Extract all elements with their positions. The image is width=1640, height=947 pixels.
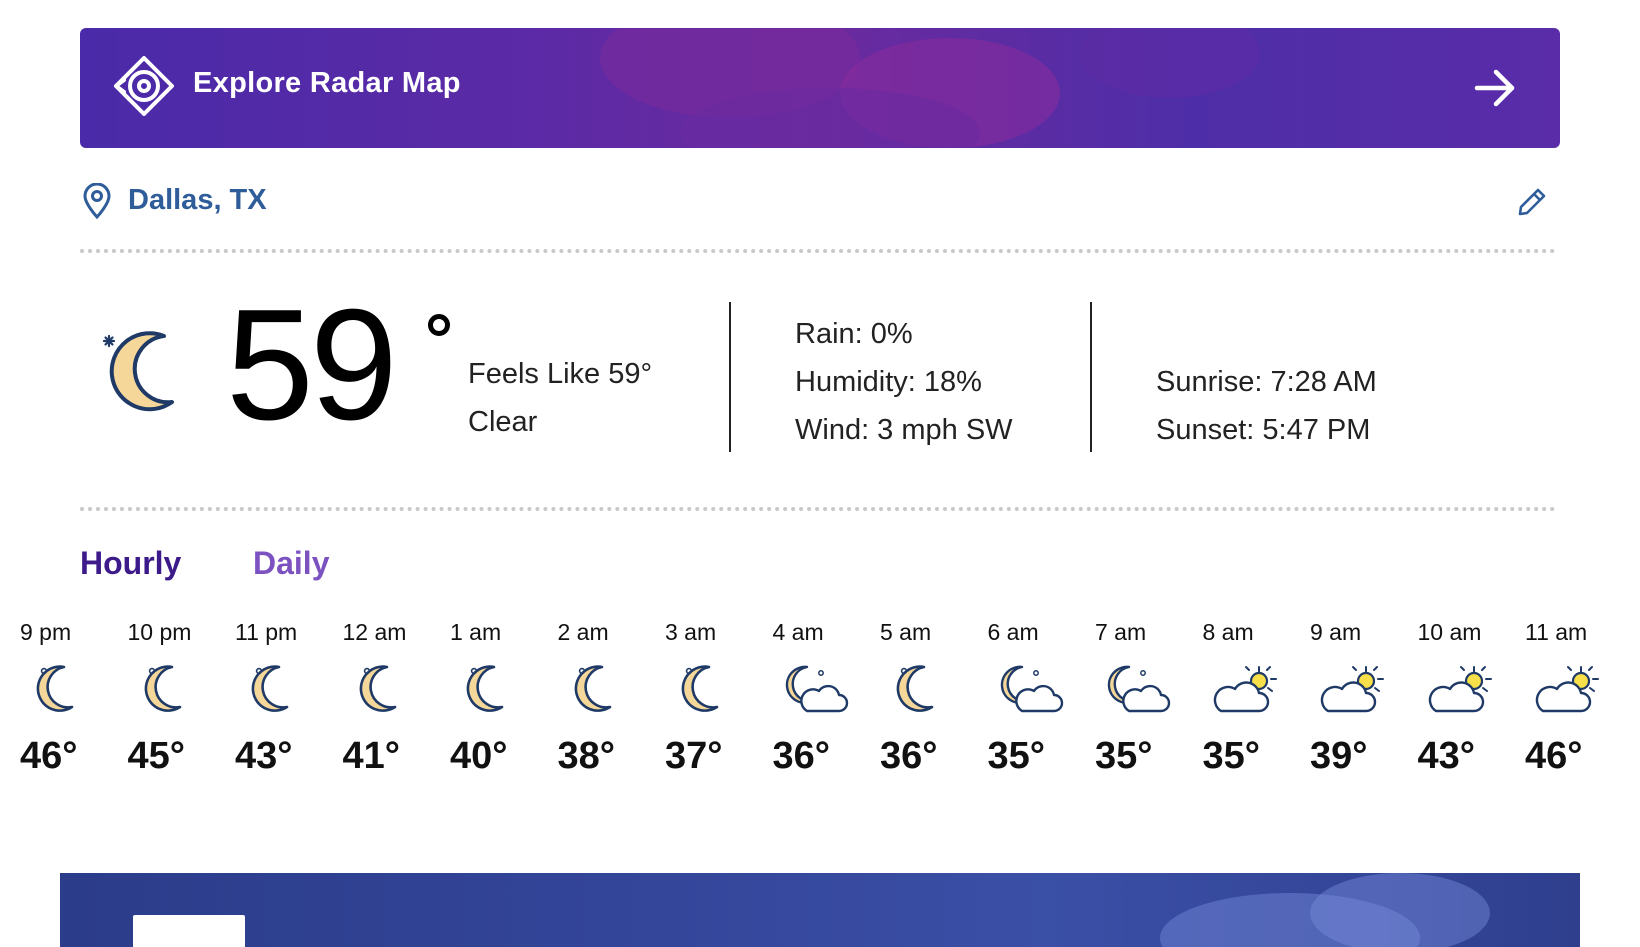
moon-icon bbox=[30, 663, 96, 715]
hour-temperature: 39° bbox=[1310, 735, 1368, 775]
hour-temperature: 46° bbox=[20, 735, 78, 775]
hourly-item: 9 am 39° bbox=[1310, 615, 1422, 775]
hourly-item: 9 pm 46° bbox=[20, 615, 132, 775]
radar-banner-label: Explore Radar Map bbox=[193, 67, 461, 99]
degree-symbol bbox=[428, 314, 450, 336]
hour-label: 1 am bbox=[450, 619, 502, 645]
moon-icon bbox=[890, 663, 956, 715]
sunset: Sunset: 5:47 PM bbox=[1156, 414, 1371, 446]
cloud-shape bbox=[1310, 873, 1490, 947]
hour-label: 11 pm bbox=[235, 619, 298, 645]
hour-label: 6 am bbox=[987, 619, 1039, 645]
radar-blob bbox=[1080, 28, 1260, 98]
location-name[interactable]: Dallas, TX bbox=[128, 184, 267, 217]
pencil-icon[interactable] bbox=[1516, 186, 1548, 218]
humidity: Humidity: 18% bbox=[795, 366, 982, 398]
hour-label: 10 am bbox=[1417, 619, 1482, 645]
tab-daily[interactable]: Daily bbox=[253, 545, 329, 582]
sunrise: Sunrise: 7:28 AM bbox=[1156, 366, 1377, 398]
divider bbox=[80, 249, 1556, 253]
hour-label: 5 am bbox=[880, 619, 932, 645]
moon-icon bbox=[138, 663, 204, 715]
partly-cloudy-day-icon bbox=[1535, 663, 1601, 715]
hourly-item: 8 am 35° bbox=[1203, 615, 1315, 775]
moon-icon bbox=[675, 663, 741, 715]
hour-temperature: 40° bbox=[450, 735, 508, 775]
hourly-item: 6 am 35° bbox=[988, 615, 1100, 775]
current-temperature: 59 bbox=[226, 277, 398, 453]
partly-cloudy-night-icon bbox=[783, 663, 849, 715]
vertical-divider bbox=[729, 302, 731, 452]
hourly-item: 4 am 36° bbox=[773, 615, 885, 775]
hour-label: 8 am bbox=[1202, 619, 1254, 645]
partly-cloudy-night-icon bbox=[1105, 663, 1171, 715]
hourly-item: 5 am 36° bbox=[880, 615, 992, 775]
hour-label: 2 am bbox=[557, 619, 609, 645]
hourly-item: 3 am 37° bbox=[665, 615, 777, 775]
feels-like: Feels Like 59° bbox=[468, 358, 653, 390]
partly-cloudy-night-icon bbox=[998, 663, 1064, 715]
promo-banner[interactable] bbox=[60, 873, 1580, 947]
hourly-item: 11 am 46° bbox=[1525, 615, 1637, 775]
hourly-item: 2 am 38° bbox=[558, 615, 670, 775]
current-conditions: 59 Feels Like 59° Clear Rain: 0% Humidit… bbox=[80, 280, 1560, 460]
location-row: Dallas, TX bbox=[80, 178, 1560, 228]
hour-temperature: 35° bbox=[1202, 735, 1260, 775]
radar-target-icon bbox=[114, 56, 174, 116]
hour-temperature: 35° bbox=[1095, 735, 1153, 775]
hourly-item: 7 am 35° bbox=[1095, 615, 1207, 775]
divider bbox=[80, 507, 1556, 511]
hour-temperature: 45° bbox=[127, 735, 185, 775]
hourly-item: 10 pm 45° bbox=[128, 615, 240, 775]
hour-label: 4 am bbox=[772, 619, 824, 645]
hourly-forecast[interactable]: 9 pm 46° 10 pm 45° 11 pm 43° 12 am 41° 1 am 40° 2 … bbox=[0, 615, 1640, 775]
moon-icon bbox=[460, 663, 526, 715]
hour-temperature: 37° bbox=[665, 735, 723, 775]
clear-night-moon-icon bbox=[102, 331, 174, 412]
hourly-item: 12 am 41° bbox=[343, 615, 455, 775]
hour-temperature: 35° bbox=[987, 735, 1045, 775]
wind: Wind: 3 mph SW bbox=[795, 414, 1013, 446]
hour-temperature: 41° bbox=[342, 735, 400, 775]
hour-label: 10 pm bbox=[127, 619, 192, 645]
hourly-item: 1 am 40° bbox=[450, 615, 562, 775]
partly-cloudy-day-icon bbox=[1320, 663, 1386, 715]
moon-icon bbox=[245, 663, 311, 715]
hourly-item: 11 pm 43° bbox=[235, 615, 347, 775]
moon-icon bbox=[568, 663, 634, 715]
radar-map-banner[interactable]: Explore Radar Map bbox=[80, 28, 1560, 148]
hour-label: 3 am bbox=[665, 619, 717, 645]
partly-cloudy-day-icon bbox=[1213, 663, 1279, 715]
hour-temperature: 43° bbox=[235, 735, 293, 775]
hour-label: 11 am bbox=[1525, 619, 1588, 645]
hour-temperature: 38° bbox=[557, 735, 615, 775]
hour-temperature: 43° bbox=[1417, 735, 1475, 775]
moon-icon bbox=[353, 663, 419, 715]
vertical-divider bbox=[1090, 302, 1092, 452]
hour-temperature: 46° bbox=[1525, 735, 1583, 775]
hour-label: 9 pm bbox=[20, 619, 72, 645]
arrow-right-icon[interactable] bbox=[1472, 65, 1518, 111]
hour-label: 9 am bbox=[1310, 619, 1362, 645]
hour-label: 12 am bbox=[342, 619, 407, 645]
location-pin-icon bbox=[83, 183, 111, 219]
rain-chance: Rain: 0% bbox=[795, 318, 913, 350]
hour-label: 7 am bbox=[1095, 619, 1147, 645]
partly-cloudy-day-icon bbox=[1428, 663, 1494, 715]
hour-temperature: 36° bbox=[772, 735, 830, 775]
tab-hourly[interactable]: Hourly bbox=[80, 545, 181, 582]
condition-text: Clear bbox=[468, 406, 538, 438]
hourly-item: 10 am 43° bbox=[1418, 615, 1530, 775]
promo-logo-box bbox=[133, 915, 245, 947]
hour-temperature: 36° bbox=[880, 735, 938, 775]
